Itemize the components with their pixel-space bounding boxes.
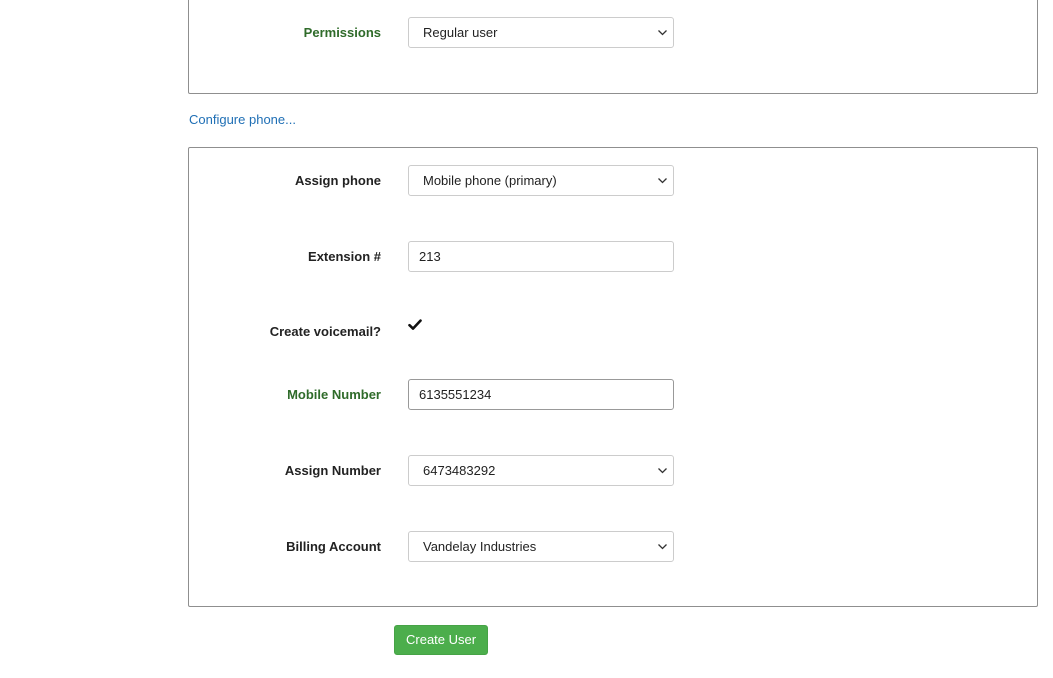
assign-phone-select-value: Mobile phone (primary) xyxy=(423,173,557,188)
assign-number-select[interactable]: 6473483292 xyxy=(408,455,674,486)
checkmark-icon xyxy=(408,319,422,330)
assign-phone-label: Assign phone xyxy=(295,173,381,188)
extension-input[interactable]: 213 xyxy=(408,241,674,272)
chevron-down-icon xyxy=(657,27,668,38)
voicemail-label: Create voicemail? xyxy=(269,324,381,339)
assign-number-select-value: 6473483292 xyxy=(423,463,496,478)
assign-phone-select[interactable]: Mobile phone (primary) xyxy=(408,165,674,196)
create-user-button[interactable]: Create User xyxy=(394,625,489,655)
permissions-select[interactable]: Regular user xyxy=(408,17,674,48)
permissions-label: Permissions xyxy=(303,25,381,40)
chevron-down-icon xyxy=(657,541,668,552)
extension-label: Extension # xyxy=(308,249,381,264)
billing-account-select-value: Vandelay Industries xyxy=(423,539,537,554)
billing-account-label: Billing Account xyxy=(286,539,381,554)
chevron-down-icon xyxy=(657,465,668,476)
configure-phone-link[interactable]: Configure phone... xyxy=(189,112,296,127)
assign-number-label: Assign Number xyxy=(284,463,381,478)
create-user-form: Permissions Regular user Configure phone… xyxy=(0,0,1053,678)
extension-input-value: 213 xyxy=(419,249,441,264)
mobile-number-label: Mobile Number xyxy=(287,387,381,402)
billing-account-select[interactable]: Vandelay Industries xyxy=(408,531,674,562)
mobile-number-input[interactable]: 6135551234 xyxy=(408,379,674,410)
mobile-number-input-value: 6135551234 xyxy=(419,387,492,402)
voicemail-checkbox[interactable] xyxy=(408,318,422,332)
permissions-select-value: Regular user xyxy=(423,25,498,40)
chevron-down-icon xyxy=(657,175,668,186)
